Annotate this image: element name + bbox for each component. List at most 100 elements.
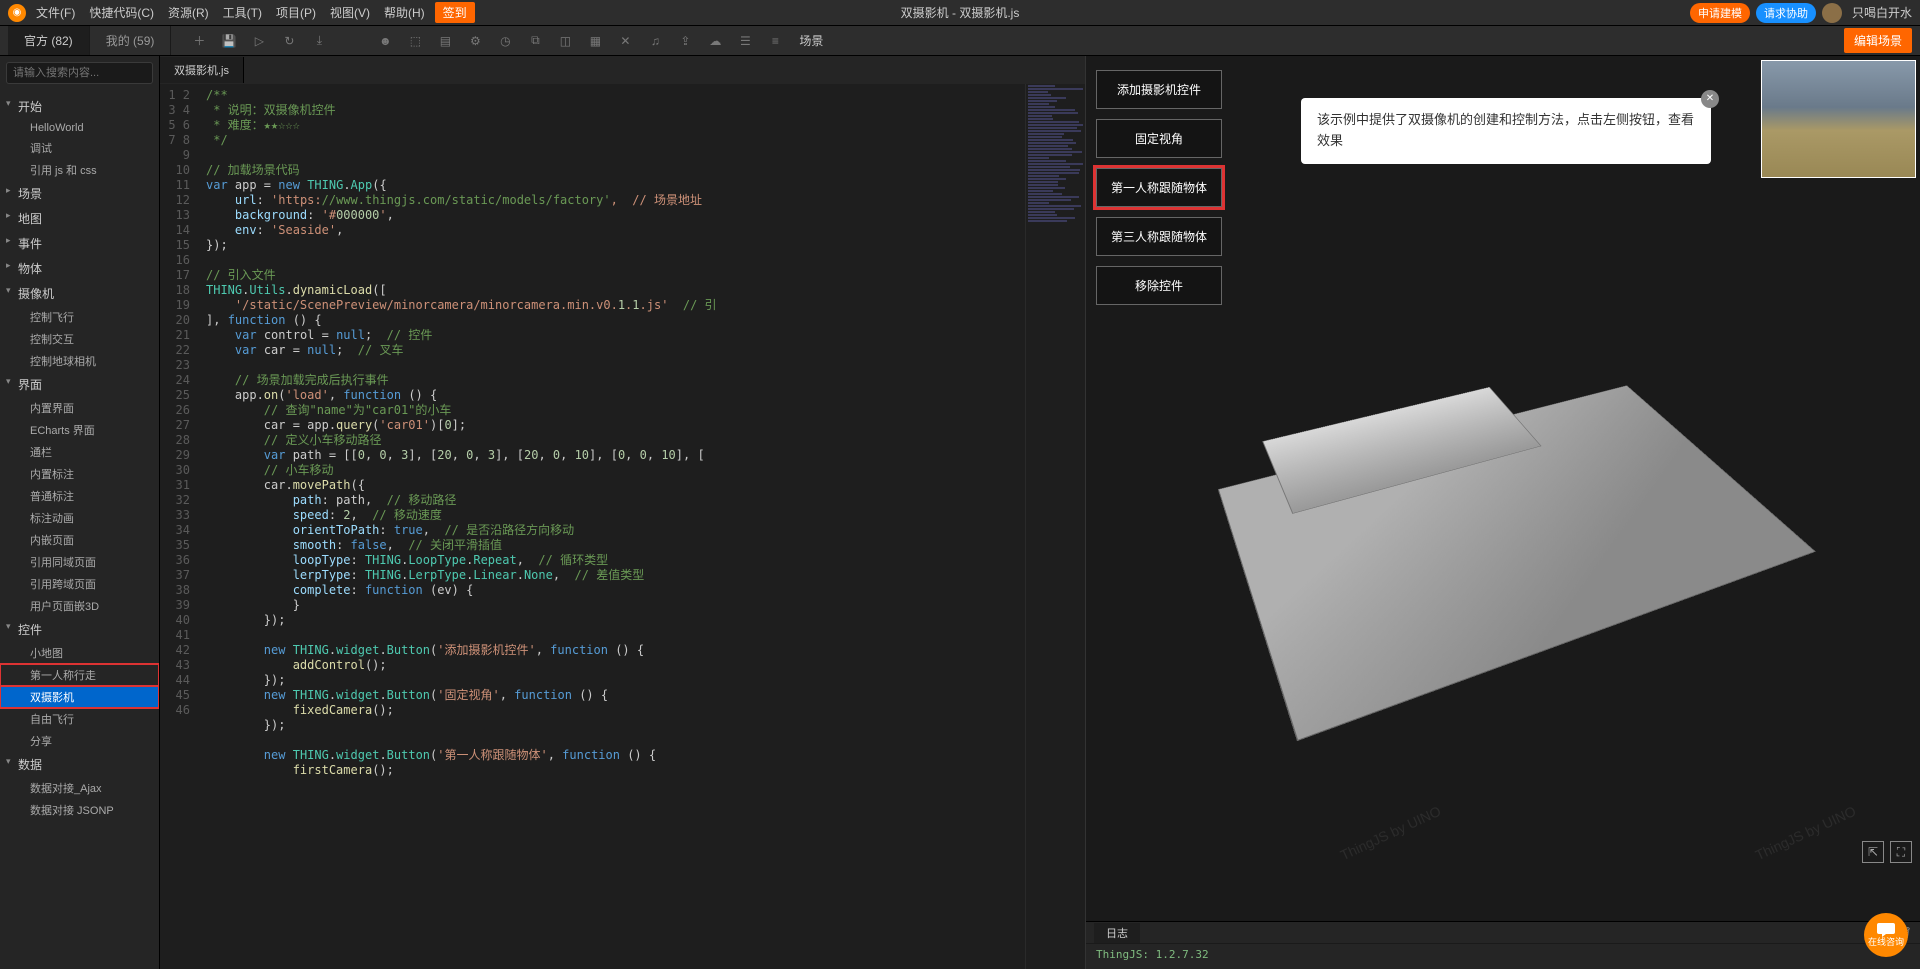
tree-item[interactable]: 分享: [0, 730, 159, 752]
pip-camera-view[interactable]: [1761, 60, 1916, 178]
view-icons: ⇱ ⛶: [1862, 841, 1912, 863]
music-icon[interactable]: ♫: [647, 33, 663, 49]
menu-shortcode[interactable]: 快捷代码(C): [89, 4, 154, 21]
tree-item[interactable]: 引用同域页面: [0, 551, 159, 573]
tree-item[interactable]: 引用跨域页面: [0, 573, 159, 595]
gear-icon[interactable]: ⚙: [467, 33, 483, 49]
list-icon[interactable]: ☰: [737, 33, 753, 49]
signin-button[interactable]: 签到: [435, 2, 475, 23]
tree-item[interactable]: 通栏: [0, 441, 159, 463]
tree-item[interactable]: 控制地球相机: [0, 350, 159, 372]
menu-help[interactable]: 帮助(H): [384, 4, 425, 21]
username-label: 只喝白开水: [1852, 4, 1912, 21]
tree-item[interactable]: 小地图: [0, 642, 159, 664]
preview-viewport[interactable]: 添加摄影机控件 固定视角 第一人称跟随物体 第三人称跟随物体 移除控件 该示例中…: [1086, 56, 1920, 921]
tree-section[interactable]: 事件: [0, 231, 159, 256]
redo-icon[interactable]: ↻: [281, 33, 297, 49]
tree-item[interactable]: 自由飞行: [0, 708, 159, 730]
share-icon[interactable]: ⇪: [677, 33, 693, 49]
window-icon[interactable]: ◫: [557, 33, 573, 49]
menu-file[interactable]: 文件(F): [36, 4, 75, 21]
tree-section[interactable]: 数据: [0, 752, 159, 777]
tree-item[interactable]: 用户页面嵌3D: [0, 595, 159, 617]
tree-item[interactable]: 第一人称行走: [0, 664, 159, 686]
tab-official[interactable]: 官方 (82): [8, 26, 90, 55]
search-input[interactable]: [6, 62, 153, 84]
tooltip-text: 该示例中提供了双摄像机的创建和控制方法，点击左侧按钮，查看效果: [1317, 112, 1694, 148]
btn-first-person[interactable]: 第一人称跟随物体: [1096, 168, 1222, 207]
tree-section[interactable]: 界面: [0, 372, 159, 397]
tooltip: 该示例中提供了双摄像机的创建和控制方法，点击左侧按钮，查看效果 ✕: [1301, 98, 1711, 164]
btn-fixed-view[interactable]: 固定视角: [1096, 119, 1222, 158]
tree-item[interactable]: 标注动画: [0, 507, 159, 529]
tree-item[interactable]: 控制飞行: [0, 306, 159, 328]
logo-icon: ◉: [8, 4, 26, 22]
btn-third-person[interactable]: 第三人称跟随物体: [1096, 217, 1222, 256]
expand-icon[interactable]: ⇱: [1862, 841, 1884, 863]
file-tab-active[interactable]: 双摄影机.js: [160, 57, 244, 83]
tree-item[interactable]: 内嵌页面: [0, 529, 159, 551]
tree-item[interactable]: 数据对接 JSONP: [0, 799, 159, 821]
clock-icon[interactable]: ◷: [497, 33, 513, 49]
tree-item[interactable]: 内置标注: [0, 463, 159, 485]
tree-item[interactable]: 普通标注: [0, 485, 159, 507]
run-icon[interactable]: ▷: [251, 33, 267, 49]
copy-icon[interactable]: ⧉: [527, 33, 543, 49]
scene-label: 场景: [799, 32, 823, 49]
shuffle-icon[interactable]: ✕: [617, 33, 633, 49]
main-layout: 开始HelloWorld调试引用 js 和 css场景地图事件物体摄像机控制飞行…: [0, 56, 1920, 969]
tree-item[interactable]: 数据对接_Ajax: [0, 777, 159, 799]
globe-icon[interactable]: ☻: [377, 33, 393, 49]
tree-section[interactable]: 地图: [0, 206, 159, 231]
tree-item[interactable]: 内置界面: [0, 397, 159, 419]
grid-icon[interactable]: ▦: [587, 33, 603, 49]
search-box: [6, 62, 153, 84]
chat-bubble[interactable]: 在线咨询: [1864, 913, 1908, 957]
window-title: 双摄影机 - 双摄影机.js: [901, 4, 1020, 21]
tree-item[interactable]: 双摄影机: [0, 686, 159, 708]
request-assist-button[interactable]: 请求协助: [1756, 3, 1816, 23]
tree-section[interactable]: 开始: [0, 94, 159, 119]
menu-items: 文件(F) 快捷代码(C) 资源(R) 工具(T) 项目(P) 视图(V) 帮助…: [36, 4, 425, 21]
menu-resource[interactable]: 资源(R): [168, 4, 209, 21]
line-gutter: 1 2 3 4 5 6 7 8 9 10 11 12 13 14 15 16 1…: [160, 84, 198, 969]
add-icon[interactable]: ＋: [191, 33, 207, 49]
apply-model-button[interactable]: 申请建模: [1690, 3, 1750, 23]
tab-mine[interactable]: 我的 (59): [90, 26, 172, 55]
save-icon[interactable]: 💾: [221, 33, 237, 49]
cloud-icon[interactable]: ☁: [707, 33, 723, 49]
preview-panel: 添加摄影机控件 固定视角 第一人称跟随物体 第三人称跟随物体 移除控件 该示例中…: [1085, 56, 1920, 969]
minimap[interactable]: [1025, 84, 1085, 969]
panel1-icon[interactable]: ▤: [437, 33, 453, 49]
overlay-buttons: 添加摄影机控件 固定视角 第一人称跟随物体 第三人称跟随物体 移除控件: [1096, 70, 1222, 305]
tree-item[interactable]: 控制交互: [0, 328, 159, 350]
tree-item[interactable]: 调试: [0, 137, 159, 159]
editor-body[interactable]: 1 2 3 4 5 6 7 8 9 10 11 12 13 14 15 16 1…: [160, 84, 1085, 969]
btn-add-camera[interactable]: 添加摄影机控件: [1096, 70, 1222, 109]
fullscreen-icon[interactable]: ⛶: [1890, 841, 1912, 863]
tree-item[interactable]: ECharts 界面: [0, 419, 159, 441]
menu-view[interactable]: 视图(V): [330, 4, 370, 21]
tree-item[interactable]: 引用 js 和 css: [0, 159, 159, 181]
user-avatar[interactable]: [1822, 3, 1842, 23]
tree-section[interactable]: 摄像机: [0, 281, 159, 306]
code-content[interactable]: /** * 说明：双摄像机控件 * 难度：★★☆☆☆ */ // 加载场景代码 …: [198, 84, 1025, 969]
menu-icon[interactable]: ≡: [767, 33, 783, 49]
chat-label: 在线咨询: [1868, 935, 1904, 948]
menu-project[interactable]: 项目(P): [276, 4, 316, 21]
tooltip-close-icon[interactable]: ✕: [1701, 90, 1719, 108]
log-tab[interactable]: 日志: [1094, 923, 1140, 943]
btn-remove-control[interactable]: 移除控件: [1096, 266, 1222, 305]
tree-section[interactable]: 控件: [0, 617, 159, 642]
tree-nav[interactable]: 开始HelloWorld调试引用 js 和 css场景地图事件物体摄像机控制飞行…: [0, 90, 159, 969]
menu-tool[interactable]: 工具(T): [223, 4, 262, 21]
edit-scene-button[interactable]: 编辑场景: [1844, 28, 1912, 53]
tree-item[interactable]: HelloWorld: [0, 119, 159, 137]
log-panel: 日志 ⚠ 🗑 ThingJS: 1.2.7.32: [1086, 921, 1920, 969]
menubar: ◉ 文件(F) 快捷代码(C) 资源(R) 工具(T) 项目(P) 视图(V) …: [0, 0, 1920, 26]
tree-section[interactable]: 物体: [0, 256, 159, 281]
file-tabs: 双摄影机.js: [160, 56, 1085, 84]
cube-icon[interactable]: ⬚: [407, 33, 423, 49]
download-icon[interactable]: ⤓: [311, 33, 327, 49]
tree-section[interactable]: 场景: [0, 181, 159, 206]
